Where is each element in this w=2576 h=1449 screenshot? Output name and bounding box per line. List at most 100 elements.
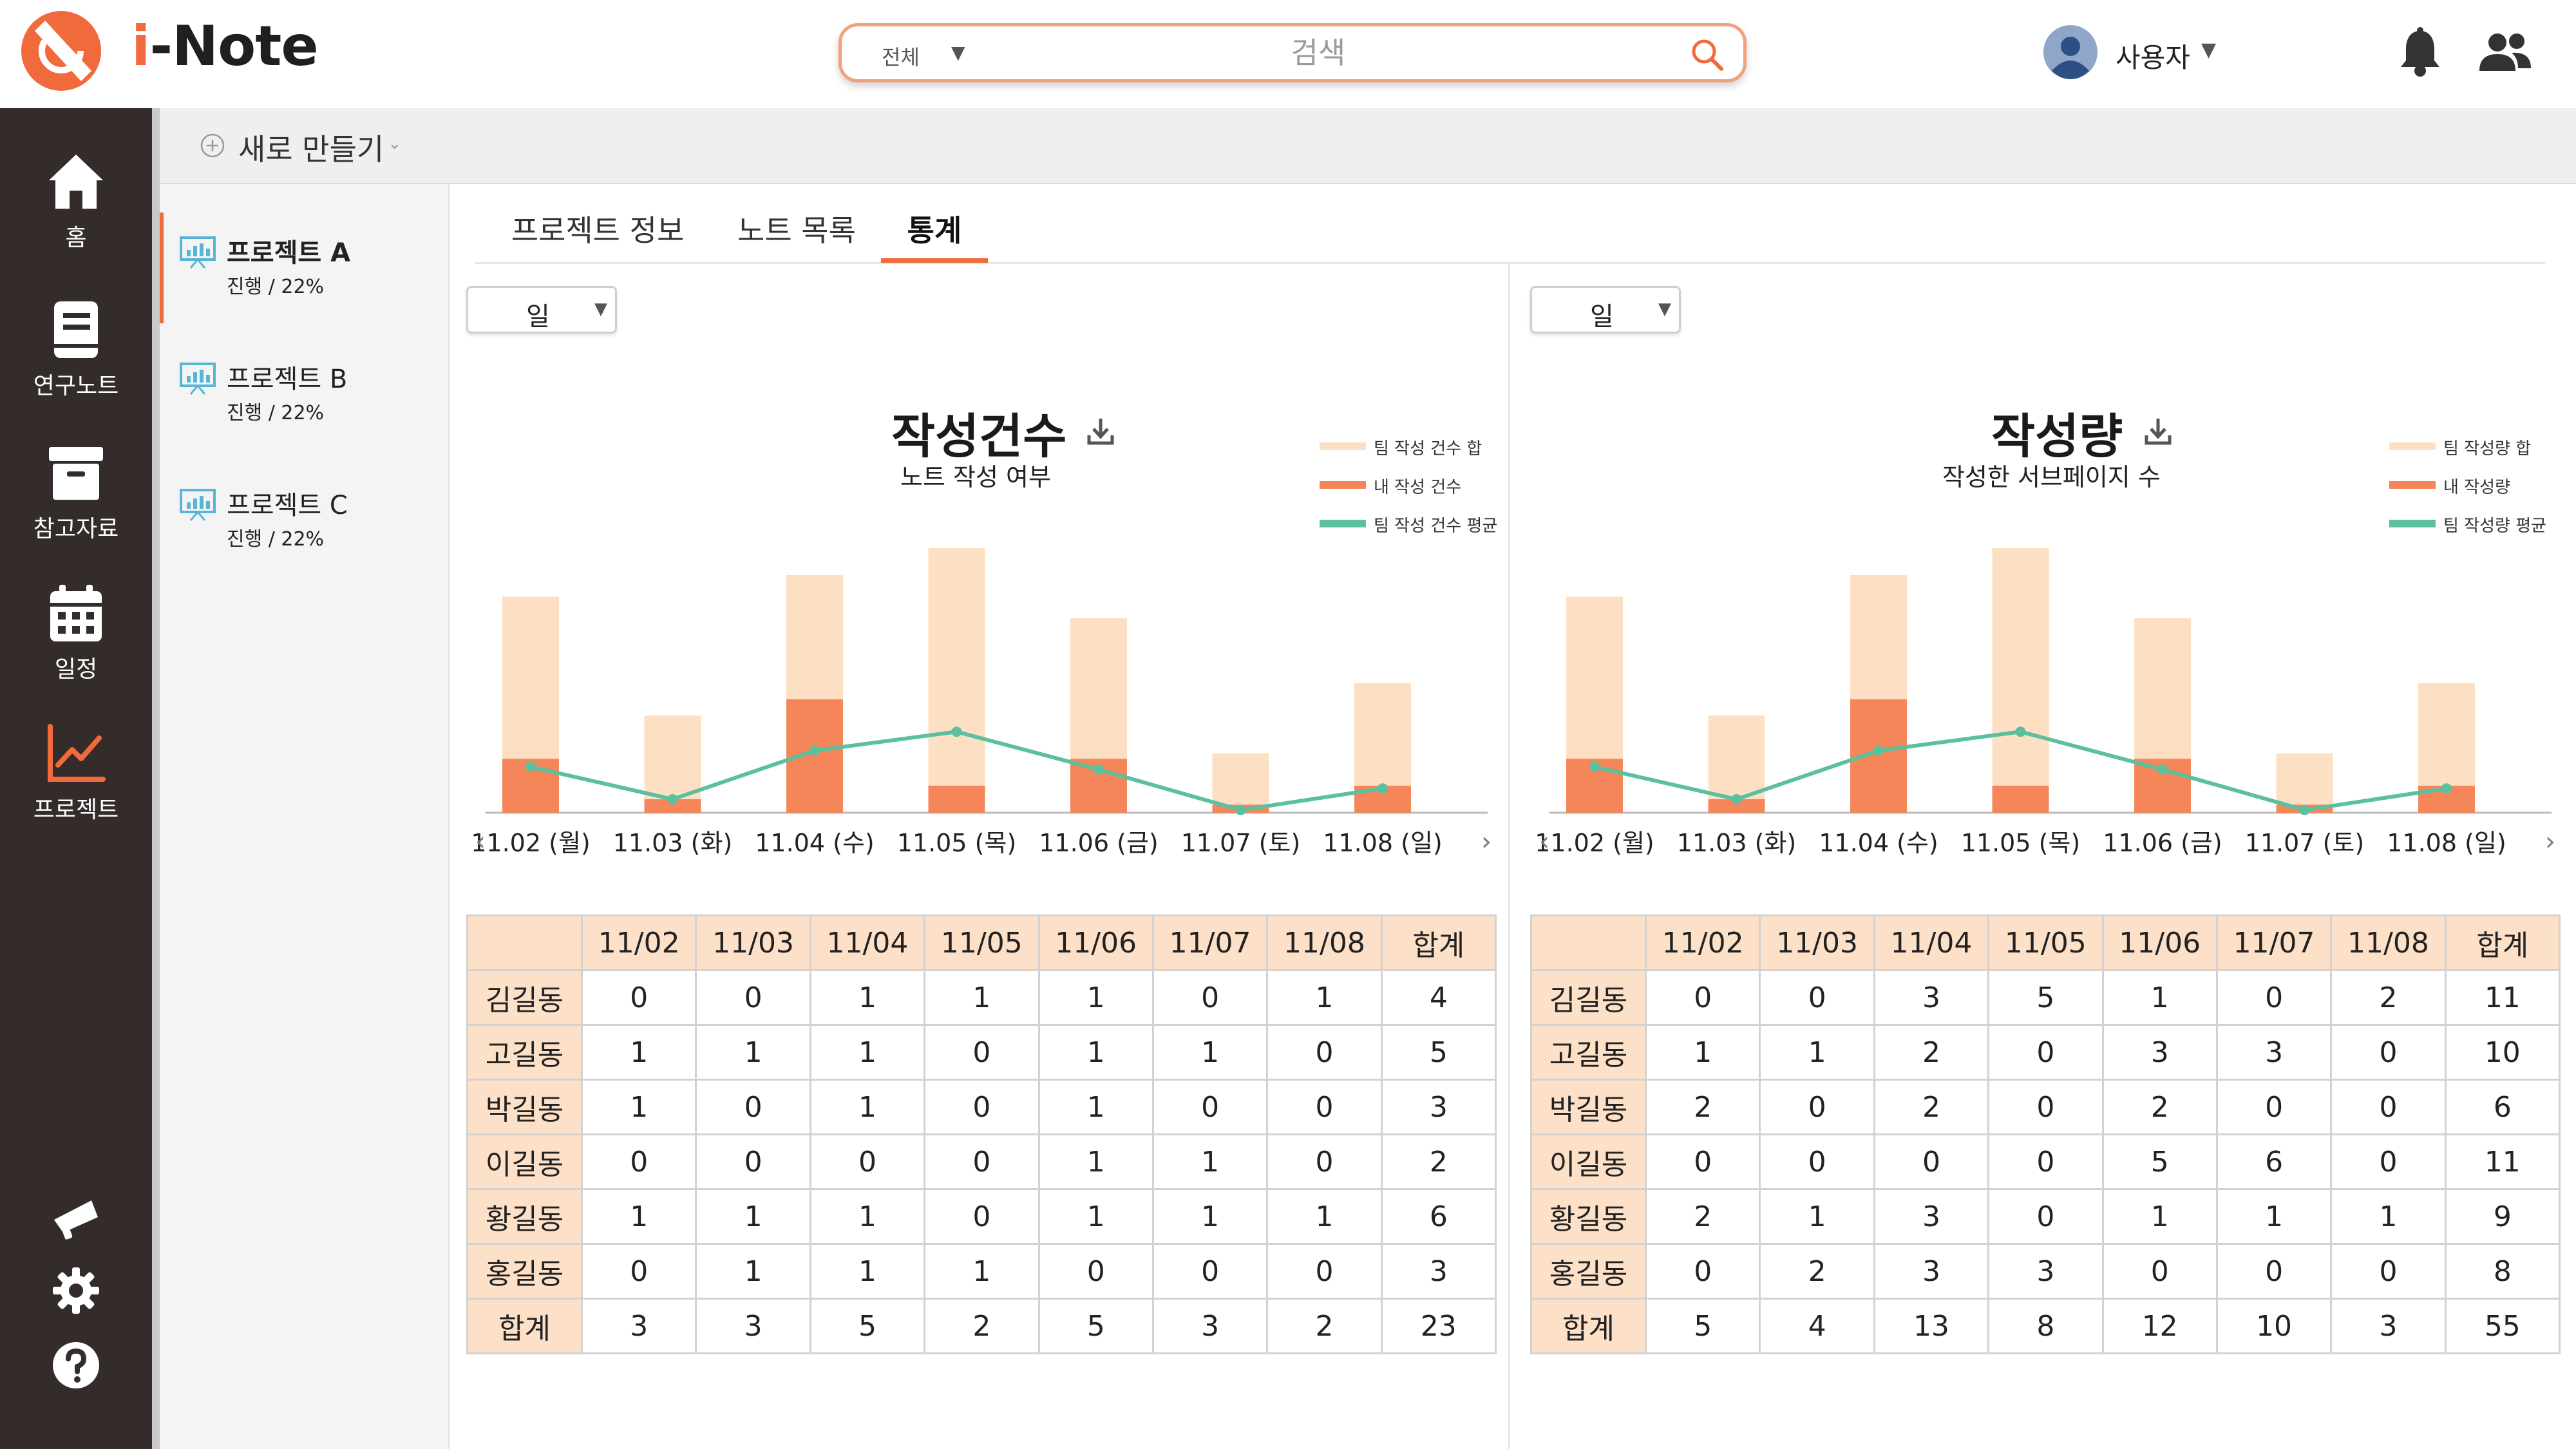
legend-label: 팀 작성 건수 합 [1374,439,1482,459]
table-cell: 11 [2444,969,2561,1026]
calendar-icon [50,585,102,641]
sidebar-item-research-notes[interactable]: 연구노트 [0,299,152,428]
table-cell: 3 [2215,1024,2333,1081]
table-row: 합계 5 4 13 8 12 10 3 55 [1530,1298,2561,1354]
table-row-header: 박길동 [1530,1079,1647,1135]
search-scope-select[interactable]: 전체 [882,41,920,71]
table-cell: 0 [1037,1243,1154,1300]
x-tick-label: 11.05 (목) [1961,829,2080,857]
line-point [2441,783,2452,794]
chevron-down-icon[interactable]: ▼ [951,42,965,63]
table-header-cell: 11/03 [695,914,811,971]
table-cell: 1 [809,1188,926,1245]
table-cell: 1 [809,1243,926,1300]
table-cell: 3 [1873,1243,1990,1300]
table-cell: 0 [2215,1079,2333,1135]
table-cell: 1 [580,1188,697,1245]
table-cell: 6 [2215,1133,2333,1190]
table-cell: 1 [1037,1024,1154,1081]
table-cell: 23 [1380,1298,1497,1354]
table-row: 김길동 0 0 1 1 1 0 1 4 [466,969,1497,1026]
table-cell: 0 [1644,1243,1761,1300]
table-cell: 9 [2444,1188,2561,1245]
project-item[interactable]: 프로젝트 B 진행 / 22% [160,330,450,456]
table-row-header: 이길동 [1530,1133,1647,1190]
bell-icon[interactable] [2397,27,2443,77]
gear-icon[interactable] [50,1265,102,1316]
sidebar-item-home[interactable]: 홈 [0,151,152,279]
table-row: 이길동 0 0 0 0 5 6 0 11 [1530,1133,2561,1190]
legend-swatch [1320,442,1366,450]
table-cell: 4 [1759,1298,1875,1354]
table-cell: 4 [1380,969,1497,1026]
x-tick-label: 11.06 (금) [1039,829,1158,857]
chart-next-button[interactable]: › [2545,827,2555,857]
line-point [1378,783,1388,794]
new-button[interactable]: 새로 만들기 [238,126,384,169]
table-cell: 0 [2330,1243,2447,1300]
line-point [2157,764,2168,775]
download-icon[interactable] [2143,416,2173,446]
chart-title: 작성건수 [891,409,1067,464]
search-input[interactable] [996,33,1640,73]
tab-note-list[interactable]: 노트 목록 [734,207,859,263]
legend-swatch [2389,481,2436,489]
user-name[interactable]: 사용자 [2116,36,2190,75]
chart-prev-button[interactable]: ‹ [475,827,486,857]
table-cell: 2 [1873,1079,1990,1135]
i-note-logo-icon[interactable] [19,9,103,93]
tab-project-info[interactable]: 프로젝트 정보 [510,207,685,263]
sidebar-item-schedule[interactable]: 일정 [0,582,152,711]
table-cell: 1 [695,1024,811,1081]
add-circle-icon[interactable] [200,133,225,158]
table-cell: 2 [1380,1133,1497,1190]
bar-line-chart: 11.02 (월) 11.03 (화) 11.04 (수) 11.05 (목) 11.0… [1535,548,2555,857]
table-header-cell: 11/04 [809,914,926,971]
table-cell: 3 [1151,1298,1269,1354]
megaphone-icon[interactable] [50,1191,102,1243]
app-title[interactable]: i-Note [131,14,319,79]
avatar[interactable] [2043,24,2098,80]
table-cell: 1 [1037,969,1154,1026]
project-item[interactable]: 프로젝트 A 진행 / 22% [160,204,450,330]
download-icon[interactable] [1086,416,1115,446]
chevron-down-icon[interactable]: ⌄ [388,134,402,153]
table-cell: 1 [809,1024,926,1081]
table-cell: 3 [2330,1298,2447,1354]
search-box: 전체 ▼ [838,23,1747,82]
table-cell: 3 [1380,1079,1497,1135]
table-cell: 1 [1151,1188,1269,1245]
line-point [1235,804,1246,815]
toolbar: 새로 만들기 ⌄ [160,108,2576,184]
table-cell: 0 [1987,1079,2104,1135]
period-select[interactable]: 일 ▼ [1530,286,1681,334]
period-select[interactable]: 일 ▼ [466,286,617,334]
project-status: 진행 / 22% [227,276,325,298]
help-icon[interactable] [50,1340,102,1391]
table-row: 황길동 1 1 1 0 1 1 1 6 [466,1188,1497,1245]
table-cell: 2 [1266,1298,1383,1354]
stats-table: 11/02 11/03 11/04 11/05 11/06 11/07 11/08 합계 김길동… [1530,914,2561,1354]
tab-statistics[interactable]: 통계 [881,207,988,263]
table-cell: 1 [1037,1133,1154,1190]
table-cell: 0 [580,969,697,1026]
people-icon[interactable] [2478,31,2532,73]
project-item[interactable]: 프로젝트 C 진행 / 22% [160,456,450,582]
table-cell: 0 [1266,1133,1383,1190]
chart-next-button[interactable]: › [1481,827,1492,857]
table-cell: 0 [1266,1243,1383,1300]
chart-prev-button[interactable]: ‹ [1539,827,1549,857]
table-cell: 0 [1266,1079,1383,1135]
table-cell: 2 [1873,1024,1990,1081]
table-cell: 10 [2444,1024,2561,1081]
table-cell: 5 [1987,969,2104,1026]
table-cell: 0 [923,1133,1040,1190]
sidebar-item-projects[interactable]: 프로젝트 [0,723,152,851]
search-icon[interactable] [1689,37,1725,73]
table-row-header: 고길동 [466,1024,583,1081]
sidebar-item-references[interactable]: 참고자료 [0,442,152,571]
table-cell: 3 [1987,1243,2104,1300]
line-point [526,761,536,772]
chevron-down-icon[interactable]: ▼ [2201,39,2216,61]
chevron-down-icon: ▼ [594,299,607,319]
